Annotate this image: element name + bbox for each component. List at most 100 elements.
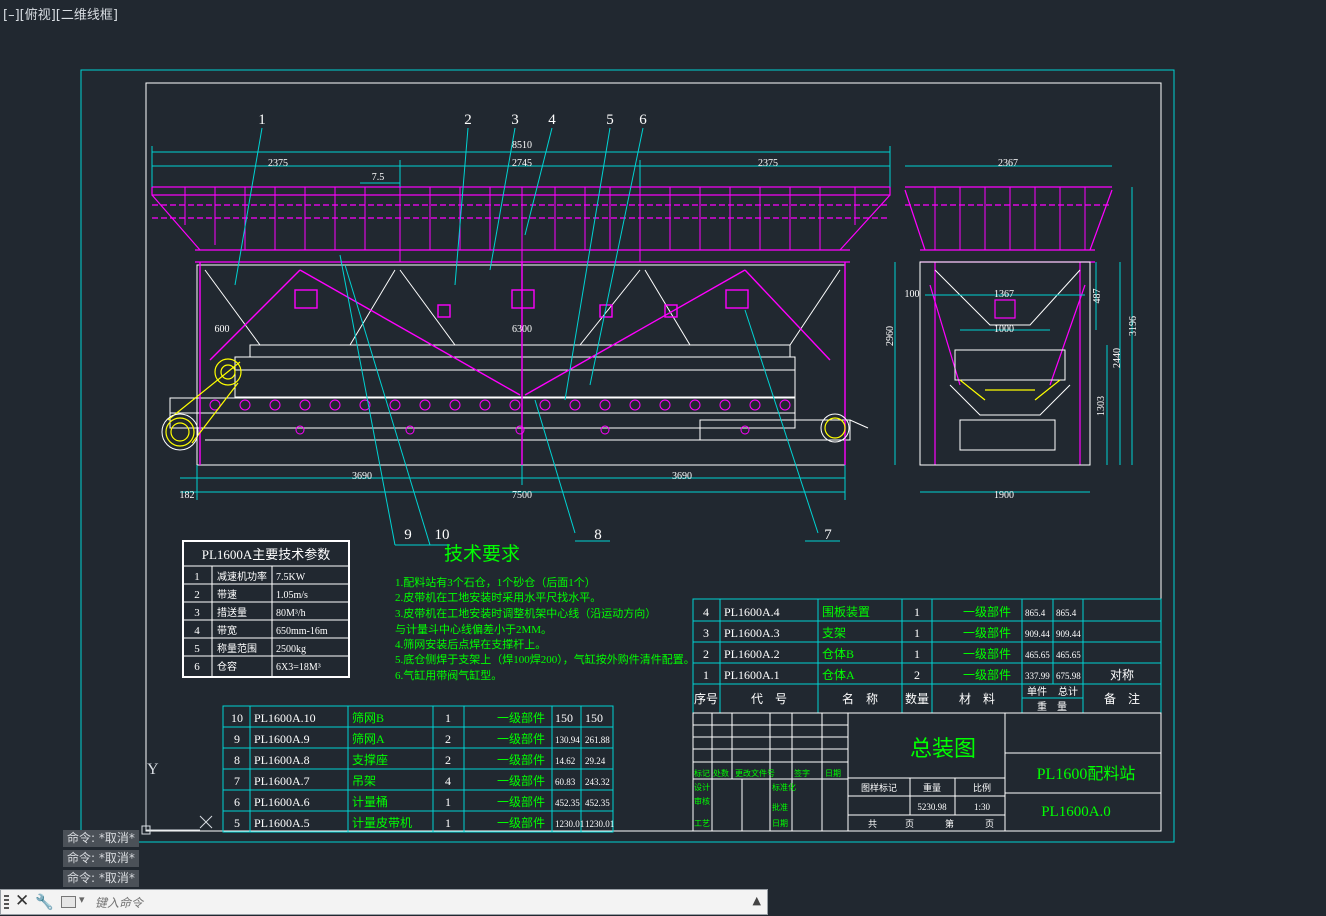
cell: 一级部件 <box>497 710 545 725</box>
command-input[interactable] <box>93 893 737 913</box>
balloon-4: 4 <box>548 112 556 128</box>
dim-text: 2375 <box>268 158 288 169</box>
parts-row: 2 PL1600A.2 仓体B 1 一级部件 465.65 465.65 <box>703 646 1081 661</box>
cell: PL1600A.9 <box>254 732 310 746</box>
header-cell: 单件 <box>1027 686 1047 698</box>
ucs-icon <box>141 770 213 835</box>
header-cell: 重 量 <box>1037 700 1067 713</box>
cell: 14.62 <box>555 756 575 766</box>
cell: 仓体A <box>822 668 855 682</box>
balloon-1: 1 <box>258 112 266 128</box>
param-row-value: 6X3=18M³ <box>276 662 321 673</box>
tech-requirements: 技术要求 1.配料站有3个石仓，1个砂仓（后面1个） 2.皮带机在工地安装时采用… <box>395 543 695 682</box>
scale-label: 比例 <box>973 782 991 793</box>
header-cell: 总计 <box>1058 685 1078 698</box>
cell: 675.98 <box>1056 671 1081 681</box>
scale-value: 1:30 <box>974 802 991 812</box>
cell: 465.65 <box>1025 650 1050 660</box>
balloon-2: 2 <box>464 112 472 128</box>
header-cell: 代 号 <box>751 692 787 706</box>
parts-row: 5 PL1600A.5 计量皮带机 1 一级部件 1230.01 1230.01 <box>234 815 614 830</box>
cell: PL1600A.4 <box>724 605 780 619</box>
cell: 909.44 <box>1025 629 1050 639</box>
cell: 465.65 <box>1056 650 1081 660</box>
parts-header: 序号 代 号 名 称 数量 材 料 单件 总计 重 量 备 注 <box>694 685 1140 713</box>
cell: 9 <box>234 732 240 746</box>
tech-req-title: 技术要求 <box>444 543 520 565</box>
cell: 3 <box>703 626 709 640</box>
command-history-line: 命令: *取消* <box>63 830 139 847</box>
cell: 1 <box>914 647 920 661</box>
param-row-no: 6 <box>194 661 200 673</box>
dim-text: 1367 <box>994 289 1014 300</box>
cell: 10 <box>231 711 243 725</box>
header-cell: 序号 <box>694 691 718 706</box>
cell: 吊架 <box>352 774 376 788</box>
cell: 150 <box>585 711 603 725</box>
weight-value: 5230.98 <box>917 802 947 812</box>
title-label: 批准 <box>772 802 788 812</box>
parts-row: 3 PL1600A.3 支架 1 一级部件 909.44 909.44 <box>703 625 1081 640</box>
param-row-no: 3 <box>194 607 200 619</box>
close-icon[interactable]: ✕ <box>15 891 29 911</box>
param-table-title: PL1600A主要技术参数 <box>202 547 331 562</box>
title-label: 日期 <box>825 769 841 778</box>
ucs-y-label: Y <box>147 761 159 778</box>
cell: 60.83 <box>555 777 576 787</box>
param-row-no: 1 <box>194 571 200 583</box>
cell: 2 <box>703 647 709 661</box>
dim-text: 6300 <box>512 324 532 335</box>
param-row-value: 650mm-16m <box>276 626 328 637</box>
cell: 支撑座 <box>352 752 388 767</box>
cell: 一级部件 <box>963 625 1011 640</box>
header-cell: 备 注 <box>1104 691 1140 706</box>
balloon-7: 7 <box>824 527 832 543</box>
tech-req-line: 5.底仓侧焊于支架上（焊100焊200），气缸按外购件清件配置。 <box>395 652 695 666</box>
tech-req-line: 1.配料站有3个石仓，1个砂仓（后面1个） <box>395 575 596 589</box>
cell: 计量桶 <box>352 794 388 809</box>
cell: PL1600A.5 <box>254 816 310 830</box>
drag-grip-icon[interactable] <box>4 895 9 911</box>
product-name: PL1600配料站 <box>1037 765 1136 783</box>
weight-label: 重量 <box>923 782 941 793</box>
tech-req-line: 4.筛网安装后点焊在支撑杆上。 <box>395 637 546 651</box>
dim-text: 8510 <box>512 140 532 151</box>
param-row-value: 1.05m/s <box>276 590 308 601</box>
title-label: 审核 <box>694 796 710 806</box>
command-prompt-icon[interactable] <box>61 896 76 908</box>
cell: 一级部件 <box>497 731 545 746</box>
dim-text: 2375 <box>758 158 778 169</box>
cad-drawing-canvas[interactable]: 2375 8510 2745 2375 7.5 600 6300 3690 36… <box>0 0 1326 885</box>
param-row-name: 带速 <box>217 589 237 601</box>
cell: 1 <box>914 626 920 640</box>
param-row-value: 80M³/h <box>276 608 306 619</box>
balloon-6: 6 <box>639 112 647 128</box>
title-label: 日期 <box>772 819 788 828</box>
dim-text: 2960 <box>885 326 896 346</box>
cell: PL1600A.6 <box>254 795 310 809</box>
drawing-title: 总装图 <box>910 736 976 761</box>
title-label: 更改文件号 <box>735 768 775 778</box>
wrench-icon[interactable]: 🔧 <box>35 893 54 911</box>
sheet-page-label: 页 <box>985 819 994 829</box>
cell: 一级部件 <box>497 752 545 767</box>
dim-text: 1000 <box>994 324 1014 335</box>
cell: 4 <box>445 774 451 788</box>
cell: 5 <box>234 816 240 830</box>
balloon-9: 9 <box>404 527 412 543</box>
chevron-up-icon[interactable]: ▲ <box>753 894 761 907</box>
cell: 2 <box>445 732 451 746</box>
cell: PL1600A.2 <box>724 647 780 661</box>
cell: 243.32 <box>585 777 610 787</box>
cell: 909.44 <box>1056 629 1081 639</box>
cell: 一级部件 <box>497 794 545 809</box>
cell: 29.24 <box>585 756 606 766</box>
title-label: 处数 <box>713 768 729 778</box>
cell: PL1600A.10 <box>254 711 316 725</box>
header-cell: 材 料 <box>959 692 995 706</box>
title-label: 标准化 <box>772 782 796 792</box>
cell: PL1600A.3 <box>724 626 780 640</box>
cell: 130.94 <box>555 735 580 745</box>
chevron-down-icon[interactable]: ▾ <box>79 893 85 906</box>
cell: 7 <box>234 774 240 788</box>
